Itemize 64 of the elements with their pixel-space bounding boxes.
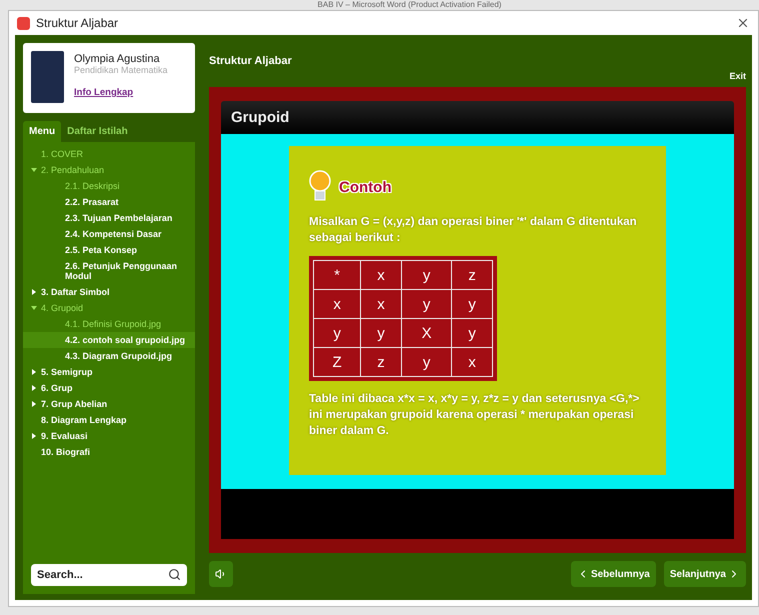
expanded-triangle-icon[interactable]	[31, 305, 37, 311]
menu-item[interactable]: 2. Pendahuluan	[23, 162, 195, 178]
menu-item[interactable]: 9. Evaluasi	[23, 428, 195, 444]
table-cell: y	[401, 260, 452, 290]
info-link[interactable]: Info Lengkap	[74, 87, 168, 98]
table-cell: z	[452, 260, 492, 290]
table-cell: y	[401, 348, 452, 376]
tab[interactable]: Menu	[23, 121, 62, 142]
menu-item[interactable]: 10. Biografi	[23, 444, 195, 460]
example-heading: Contoh	[339, 178, 392, 196]
menu-item[interactable]: 2.4. Kompetensi Dasar	[23, 226, 195, 242]
menu-item[interactable]: 2.5. Peta Konsep	[23, 242, 195, 258]
profile-subtitle: Pendidikan Matematika	[74, 65, 168, 75]
close-icon[interactable]	[736, 16, 750, 30]
tab[interactable]: Daftar Istilah	[61, 121, 134, 142]
profile-name: Olympia Agustina	[74, 53, 161, 65]
header-title: Struktur Aljabar	[209, 55, 292, 69]
collapsed-triangle-icon[interactable]	[31, 369, 37, 375]
menu-item[interactable]: 4.2. contoh soal grupoid.jpg	[23, 332, 195, 348]
table-cell: Z	[314, 348, 361, 376]
table-cell: X	[401, 318, 452, 348]
menu-item[interactable]: 4. Grupoid	[23, 300, 195, 316]
menu-item[interactable]: 3. Daftar Simbol	[23, 284, 195, 300]
menu-item[interactable]: 2.3. Tujuan Pembelajaran	[23, 210, 195, 226]
note-text: Table ini dibaca x*x = x, x*y = y, z*z = y dan seterusnya <G,*> ini merupakan grupoid karena operasi * merupakan operasi biner dalam G.	[309, 392, 640, 439]
table-cell: *	[314, 260, 361, 290]
table-cell: x	[452, 348, 492, 376]
expanded-triangle-icon[interactable]	[31, 167, 37, 173]
background-window-title: BAB IV – Microsoft Word (Product Activation Failed)	[316, 0, 502, 10]
table-cell: y	[452, 318, 492, 348]
table-cell: z	[360, 348, 402, 376]
table-cell: x	[360, 260, 402, 290]
app-icon	[17, 16, 30, 30]
menu-item[interactable]: 7. Grup Abelian	[23, 396, 195, 412]
table-cell: y	[314, 318, 361, 348]
table-cell: x	[360, 290, 402, 318]
previous-button[interactable]: Sebelumnya	[570, 561, 656, 587]
menu-item[interactable]: 1. COVER	[23, 146, 195, 162]
collapsed-triangle-icon[interactable]	[31, 385, 37, 391]
menu-item[interactable]: 8. Diagram Lengkap	[23, 412, 195, 428]
collapsed-triangle-icon[interactable]	[31, 401, 37, 407]
menu-item[interactable]: 4.1. Definisi Grupoid.jpg	[23, 316, 195, 332]
window-title: Struktur Aljabar	[36, 16, 120, 30]
search-field[interactable]: Search...	[31, 564, 187, 586]
intro-text: Misalkan G = (x,y,z) dan operasi biner '*' dalam G ditentukan sebagai berikut :	[309, 215, 638, 246]
menu-item[interactable]: 2.6. Petunjuk Penggunaan Modul	[23, 258, 195, 284]
photo-placeholder	[31, 51, 64, 103]
menu-item[interactable]: 4.3. Diagram Grupoid.jpg	[23, 348, 195, 364]
table-cell: y	[452, 290, 492, 318]
collapsed-triangle-icon[interactable]	[31, 433, 37, 439]
menu-item[interactable]: 2.1. Deskripsi	[23, 178, 195, 194]
collapsed-triangle-icon[interactable]	[31, 289, 37, 295]
menu-item[interactable]: 2.2. Prasarat	[23, 194, 195, 210]
slide-title: Grupoid	[221, 101, 734, 134]
speaker-icon	[215, 568, 227, 580]
table-cell: y	[360, 318, 402, 348]
search-icon[interactable]	[168, 568, 181, 581]
menu-item[interactable]: 6. Grup	[23, 380, 195, 396]
menu-item[interactable]: 5. Semigrup	[23, 364, 195, 380]
exit-link[interactable]: Exit	[729, 71, 746, 81]
next-button[interactable]: Selanjutnya	[664, 561, 746, 587]
table-cell: x	[314, 290, 361, 318]
sound-button[interactable]	[209, 561, 233, 587]
table-cell: y	[401, 290, 452, 318]
